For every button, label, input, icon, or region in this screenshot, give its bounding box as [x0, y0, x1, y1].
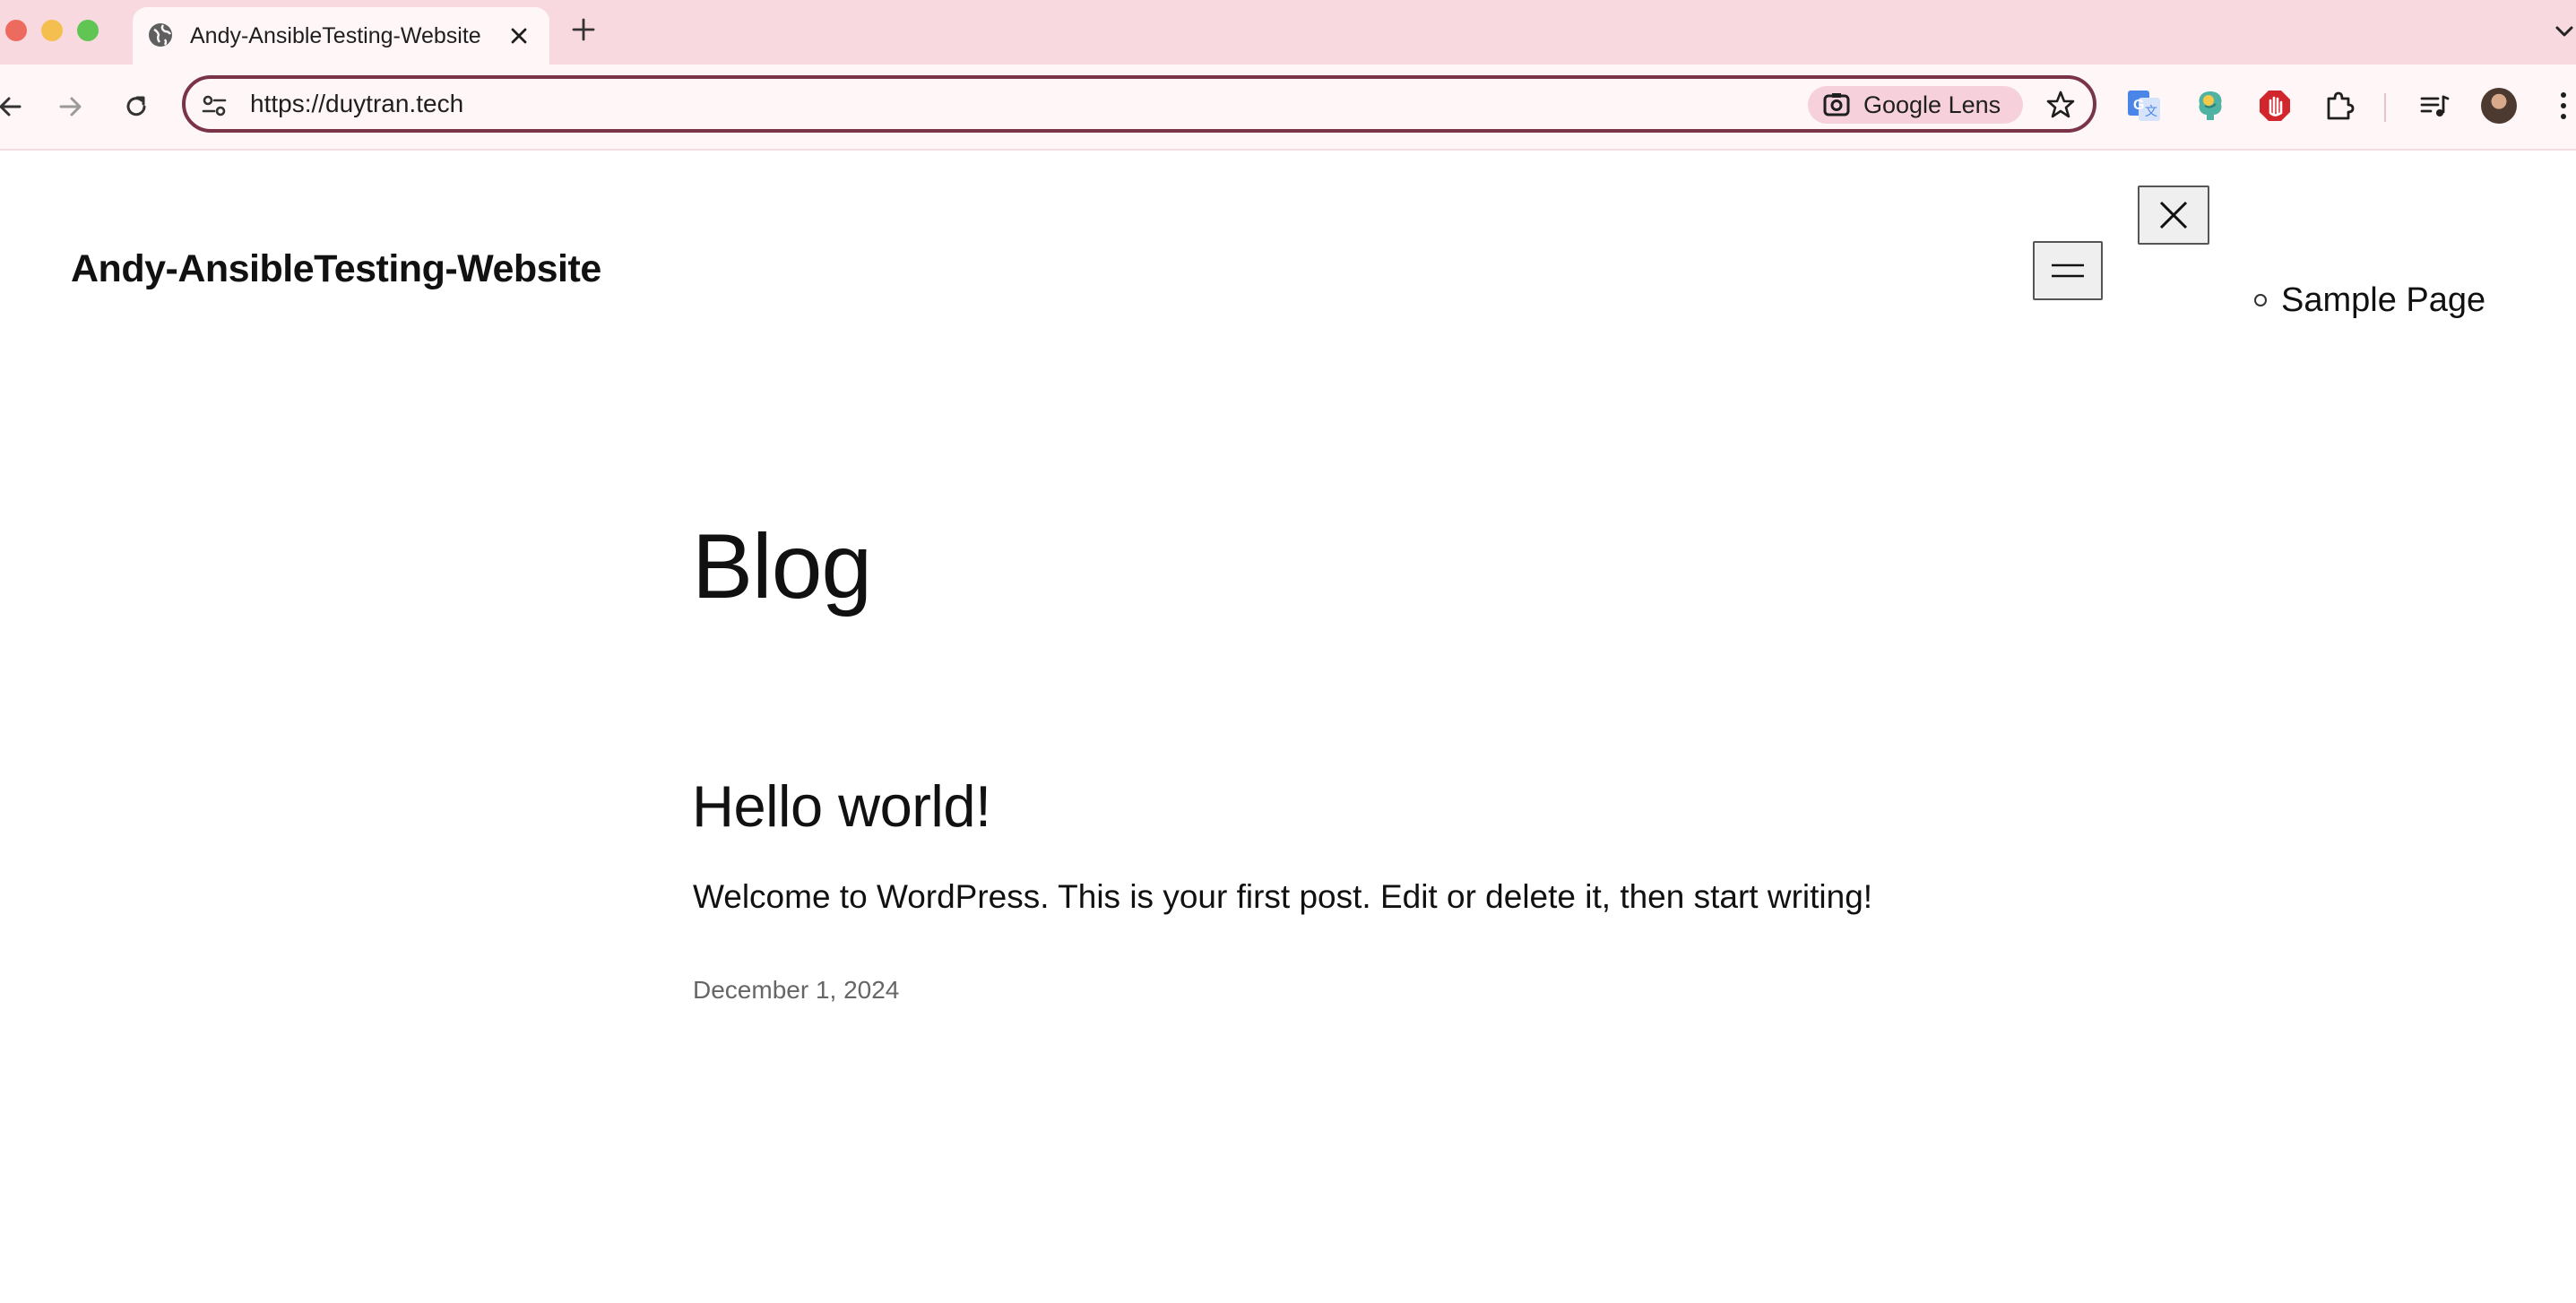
camera-lens-icon — [1823, 93, 1850, 116]
globe-icon — [149, 23, 172, 47]
url-text[interactable]: https://duytran.tech — [250, 79, 463, 129]
close-menu-button[interactable] — [2138, 186, 2209, 245]
active-tab[interactable]: Andy-AnsibleTesting-Website — [133, 7, 549, 65]
nav-item-sample-page[interactable]: Sample Page — [2281, 278, 2485, 323]
forward-icon[interactable] — [54, 91, 86, 123]
tab-search-chevron-icon[interactable] — [2553, 20, 2576, 43]
post-title-link[interactable]: Hello world! — [692, 771, 991, 842]
stop-hand-extension-icon[interactable] — [2257, 88, 2293, 124]
maximize-window-button[interactable] — [77, 20, 99, 41]
post-date: December 1, 2024 — [693, 976, 900, 1004]
media-control-icon[interactable] — [2416, 88, 2452, 124]
open-menu-button[interactable] — [2033, 241, 2103, 300]
hamburger-icon — [2052, 263, 2084, 278]
new-tab-icon[interactable] — [570, 16, 597, 43]
toolbar-divider — [2384, 93, 2386, 122]
address-bar[interactable]: https://duytran.tech Google Lens — [182, 75, 2096, 133]
browser-menu-icon[interactable] — [2551, 90, 2576, 122]
back-icon[interactable] — [0, 91, 27, 123]
tab-title: Andy-AnsibleTesting-Website — [190, 23, 481, 48]
post-excerpt: Welcome to WordPress. This is your first… — [693, 878, 1873, 915]
svg-text:文: 文 — [2145, 104, 2157, 118]
puzzle-extensions-icon[interactable] — [2321, 88, 2357, 124]
minimize-window-button[interactable] — [41, 20, 63, 41]
tab-bar: Andy-AnsibleTesting-Website — [0, 0, 2576, 65]
site-info-icon[interactable] — [200, 91, 229, 120]
brain-extension-icon[interactable] — [2192, 88, 2228, 124]
google-lens-label: Google Lens — [1863, 91, 2001, 118]
svg-text:G: G — [2133, 98, 2144, 113]
page-title: Blog — [692, 515, 872, 617]
profile-avatar[interactable] — [2481, 88, 2517, 124]
bookmark-star-icon[interactable] — [2045, 90, 2076, 120]
site-title[interactable]: Andy-AnsibleTesting-Website — [71, 242, 601, 296]
browser-toolbar: https://duytran.tech Google Lens G 文 — [0, 65, 2576, 151]
nav-bullet-icon — [2254, 294, 2267, 306]
google-translate-icon[interactable]: G 文 — [2126, 88, 2162, 124]
reload-icon[interactable] — [120, 91, 152, 123]
close-tab-icon[interactable] — [507, 24, 531, 47]
close-window-button[interactable] — [5, 20, 27, 41]
close-icon — [2159, 201, 2188, 229]
google-lens-button[interactable]: Google Lens — [1808, 86, 2023, 124]
